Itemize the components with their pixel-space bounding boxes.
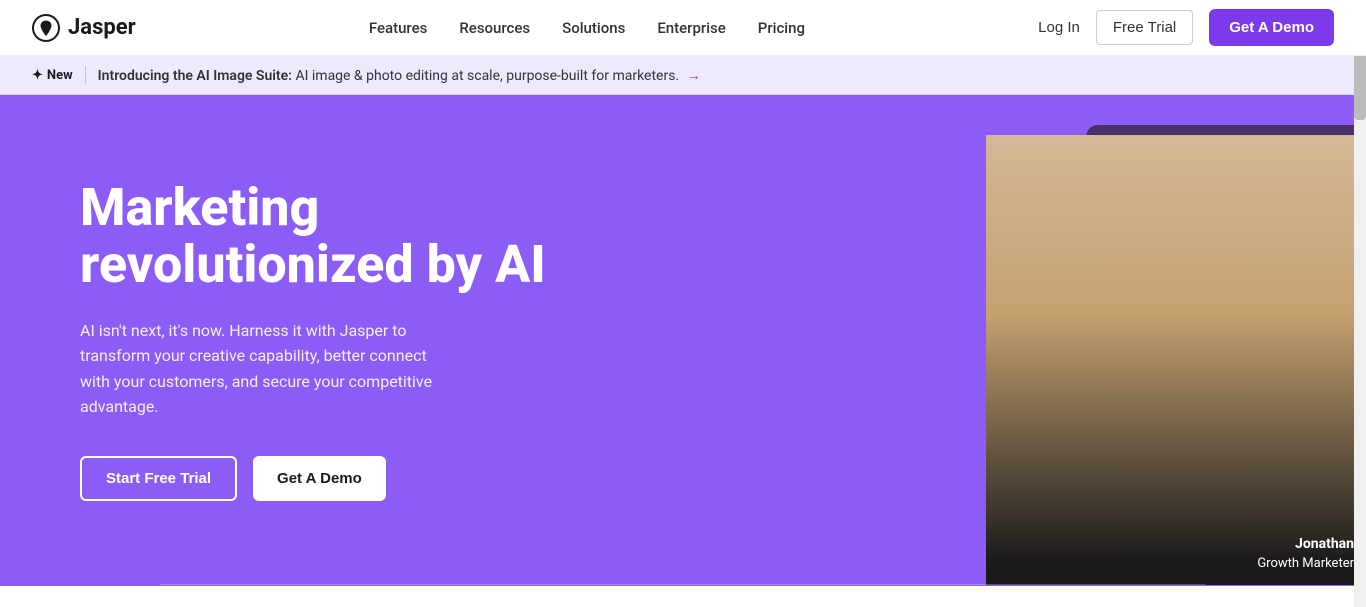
announcement-arrow: → [687, 68, 701, 84]
person-label: Jonathan Growth Marketer [1257, 535, 1354, 573]
nav-features[interactable]: Features [369, 19, 427, 37]
hero-content: Marketing revolutionized by AI AI isn't … [80, 179, 546, 501]
logo-text: Jasper [68, 15, 136, 40]
person-image: Jonathan Growth Marketer [986, 135, 1366, 585]
free-trial-button[interactable]: Free Trial [1096, 10, 1193, 45]
nav-solutions[interactable]: Solutions [562, 19, 625, 37]
scrollbar-track[interactable] [1354, 0, 1366, 607]
sparkle-icon: ✦ [32, 68, 43, 83]
hero-title: Marketing revolutionized by AI [80, 179, 546, 293]
login-button[interactable]: Log In [1038, 19, 1080, 36]
nav-links: Features Resources Solutions Enterprise … [369, 18, 805, 37]
announcement-bar[interactable]: ✦ New Introducing the AI Image Suite: AI… [0, 56, 1366, 95]
navbar-actions: Log In Free Trial Get A Demo [1038, 9, 1334, 46]
announcement-divider [85, 66, 86, 84]
announcement-badge: ✦ New [32, 68, 73, 83]
hero-section: Marketing revolutionized by AI AI isn't … [0, 95, 1366, 585]
hero-bottom-divider [160, 584, 1206, 585]
hero-visual: ◎ Hi Jonathan! I've optimized your blog … [666, 95, 1366, 585]
nav-enterprise[interactable]: Enterprise [657, 19, 725, 37]
hero-subtitle: AI isn't next, it's now. Harness it with… [80, 318, 460, 420]
person-silhouette [986, 135, 1366, 585]
person-role: Growth Marketer [1257, 555, 1354, 573]
nav-pricing[interactable]: Pricing [758, 19, 805, 37]
jasper-logo-icon [32, 14, 60, 42]
start-free-trial-button[interactable]: Start Free Trial [80, 456, 237, 501]
announcement-text: Introducing the AI Image Suite: AI image… [98, 67, 701, 84]
hero-buttons: Start Free Trial Get A Demo [80, 456, 546, 501]
nav-resources[interactable]: Resources [459, 19, 530, 37]
navbar: Jasper Features Resources Solutions Ente… [0, 0, 1366, 56]
logo[interactable]: Jasper [32, 14, 136, 42]
get-demo-button[interactable]: Get A Demo [1209, 9, 1334, 46]
hero-get-demo-button[interactable]: Get A Demo [253, 456, 386, 501]
person-name: Jonathan [1257, 535, 1354, 555]
